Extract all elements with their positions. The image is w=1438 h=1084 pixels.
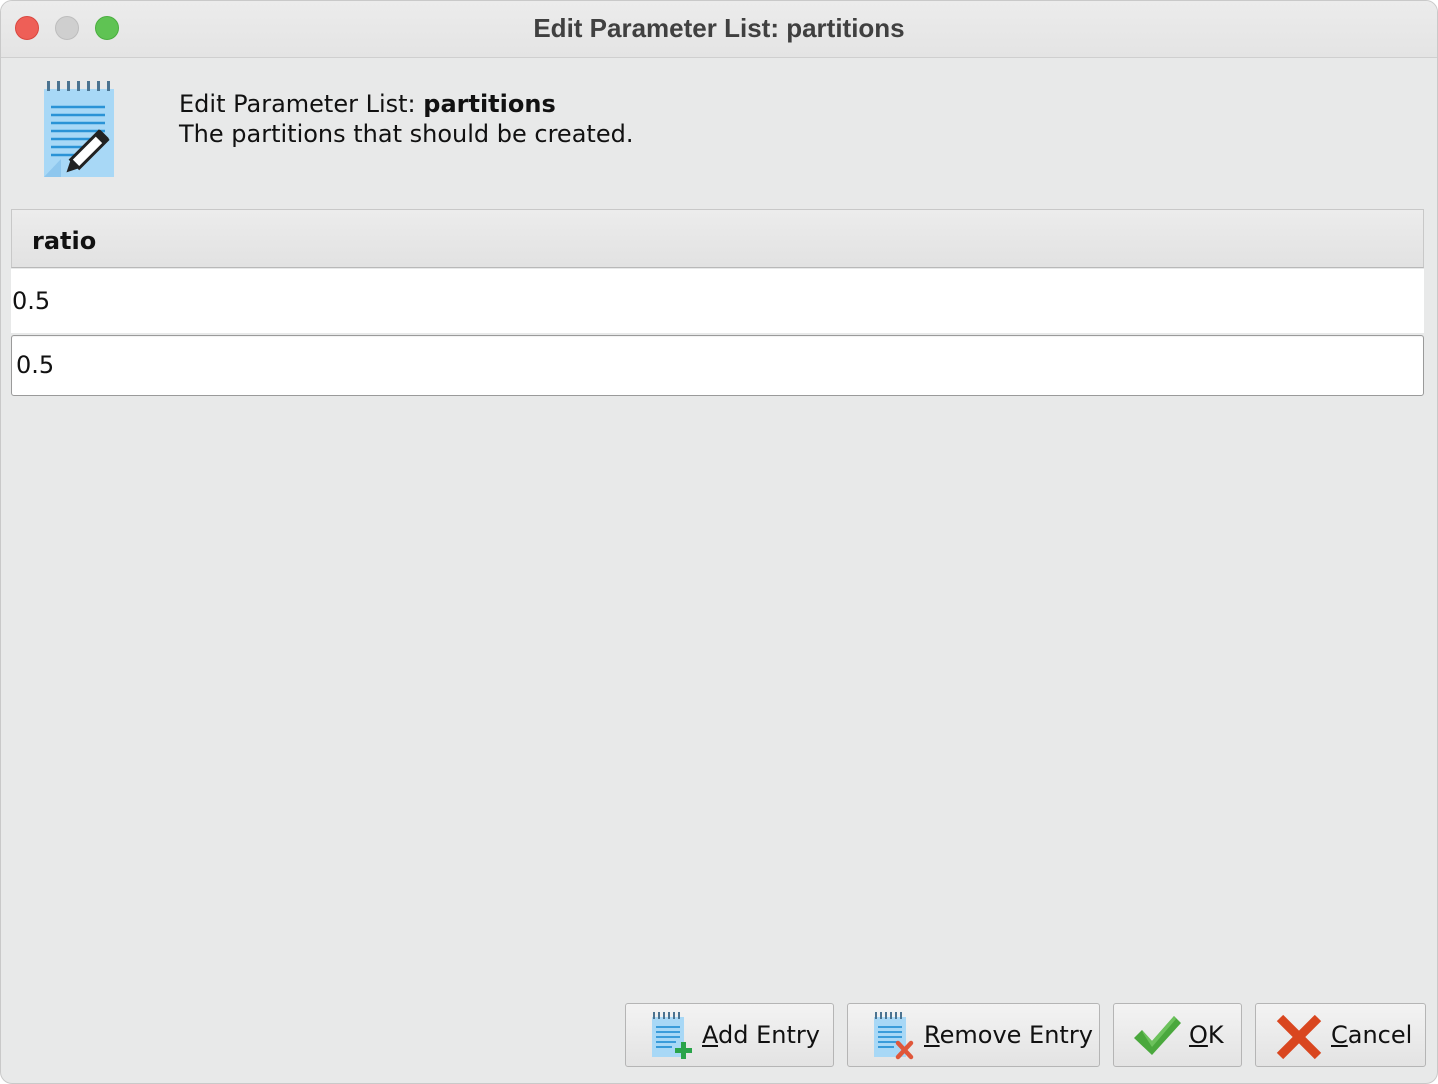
window-title: Edit Parameter List: partitions — [533, 13, 905, 43]
add-entry-label: Add Entry — [702, 1021, 820, 1049]
header-text: Edit Parameter List: partitions The part… — [179, 89, 633, 149]
table-row-editing[interactable]: 0.5 — [11, 335, 1424, 396]
table-row[interactable]: 0.5 — [11, 269, 1424, 333]
ok-label: OK — [1189, 1021, 1224, 1049]
column-header-ratio[interactable]: ratio — [11, 209, 1424, 268]
table-cell-ratio: 0.5 — [12, 287, 51, 315]
header-title-prefix: Edit Parameter List: — [179, 90, 424, 118]
header-title: Edit Parameter List: partitions — [179, 89, 633, 119]
cancel-button[interactable]: Cancel — [1255, 1003, 1426, 1067]
title-bar[interactable]: Edit Parameter List: partitions — [1, 1, 1437, 58]
remove-entry-label: Remove Entry — [924, 1021, 1093, 1049]
remove-entry-button[interactable]: Remove Entry — [847, 1003, 1100, 1067]
cancel-label: Cancel — [1331, 1021, 1413, 1049]
notepad-add-icon — [652, 1012, 692, 1059]
x-icon — [1276, 1014, 1322, 1060]
checkmark-icon — [1134, 1016, 1181, 1055]
add-entry-button[interactable]: Add Entry — [625, 1003, 834, 1067]
notepad-remove-icon — [874, 1012, 914, 1060]
dialog-window: Edit Parameter List: partitions Edit Par… — [0, 0, 1438, 1084]
header-title-name: partitions — [423, 90, 556, 118]
parameter-table: ratio 0.5 0.5 — [11, 209, 1424, 397]
notepad-edit-icon — [44, 81, 114, 177]
ratio-cell-editor[interactable]: 0.5 — [16, 351, 54, 379]
column-header-label: ratio — [32, 227, 97, 255]
ok-button[interactable]: OK — [1113, 1003, 1242, 1067]
header-description: The partitions that should be created. — [179, 120, 634, 148]
